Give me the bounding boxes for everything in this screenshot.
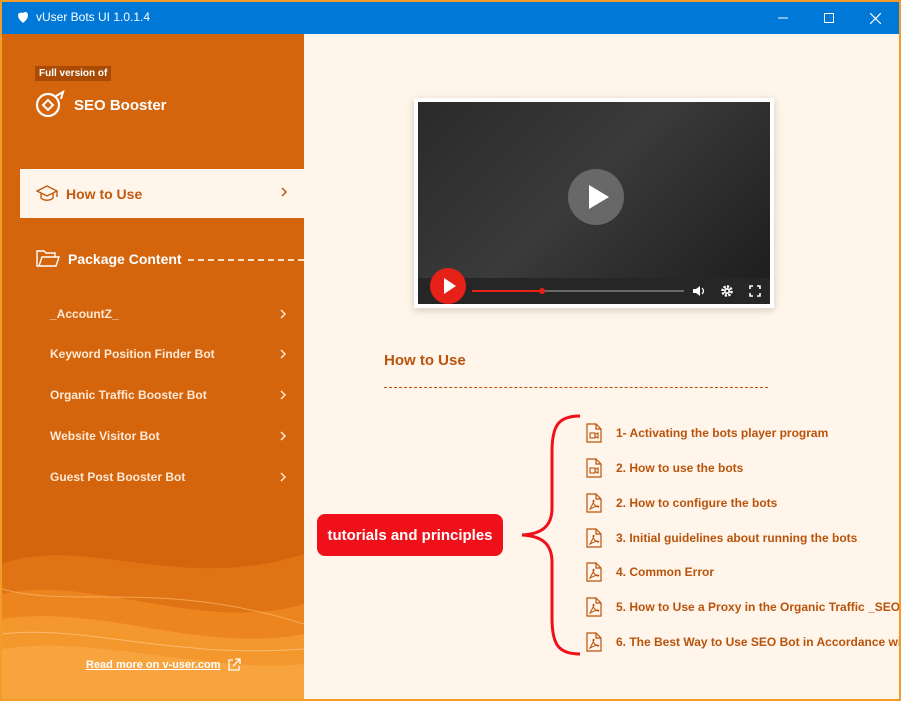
curly-brace-decoration <box>521 414 581 656</box>
maximize-icon <box>824 13 834 23</box>
close-icon <box>869 12 881 24</box>
settings-gear-icon[interactable] <box>720 284 734 298</box>
play-icon <box>589 185 609 209</box>
maximize-button[interactable] <box>806 2 852 34</box>
sidebar-item-guest-post-booster-bot[interactable]: Guest Post Booster Bot <box>50 465 304 489</box>
video-controls-bar <box>418 268 770 304</box>
sidebar-item-label: How to Use <box>66 185 143 202</box>
video-play-overlay-button[interactable] <box>568 169 624 225</box>
tutorial-item-2[interactable]: 2. How to use the bots <box>586 457 743 479</box>
package-content-divider <box>187 259 304 261</box>
brand-name: SEO Booster <box>74 96 167 114</box>
minimize-icon <box>778 17 788 19</box>
chevron-right-icon <box>280 431 287 441</box>
tutorial-item-3[interactable]: 2. How to configure the bots <box>586 492 777 514</box>
play-icon <box>444 278 456 294</box>
app-logo-icon <box>18 11 28 23</box>
sidebar-item-label: Website Visitor Bot <box>50 429 160 443</box>
chevron-right-icon <box>280 472 287 482</box>
tutorial-item-1[interactable]: 1- Activating the bots player program <box>586 422 828 444</box>
pdf-file-icon <box>586 562 602 582</box>
pdf-file-icon <box>586 528 602 548</box>
tutorial-item-label: 3. Initial guidelines about running the … <box>616 531 858 545</box>
sidebar-item-label: Guest Post Booster Bot <box>50 470 186 484</box>
tutorial-item-4[interactable]: 3. Initial guidelines about running the … <box>586 527 857 549</box>
pdf-file-icon <box>586 632 602 652</box>
sidebar-item-website-visitor-bot[interactable]: Website Visitor Bot <box>50 424 304 448</box>
video-file-icon <box>586 458 602 478</box>
tutorial-item-label: 1- Activating the bots player program <box>616 426 829 440</box>
tutorials-callout-badge: tutorials and principles <box>317 514 503 556</box>
brand: SEO Booster <box>34 90 167 120</box>
minimize-button[interactable] <box>760 2 806 34</box>
sidebar-item-organic-traffic-booster-bot[interactable]: Organic Traffic Booster Bot <box>50 383 304 407</box>
pdf-file-icon <box>586 493 602 513</box>
sidebar-wave-decoration <box>2 554 304 699</box>
video-screen[interactable] <box>418 102 770 304</box>
chevron-right-icon <box>281 187 288 197</box>
sidebar-item-accountz[interactable]: _AccountZ_ <box>50 302 304 326</box>
video-file-icon <box>586 423 602 443</box>
sidebar-item-label: Keyword Position Finder Bot <box>50 347 215 361</box>
external-link-icon <box>227 658 241 671</box>
chevron-right-icon <box>280 309 287 319</box>
tutorial-item-5[interactable]: 4. Common Error <box>586 561 714 583</box>
folder-icon <box>36 250 60 267</box>
read-more-link[interactable]: Read more on v-user.com <box>86 658 241 672</box>
graduation-cap-icon <box>36 184 58 201</box>
tutorial-item-7[interactable]: 6. The Best Way to Use SEO Bot in Accord… <box>586 631 901 653</box>
sidebar-item-keyword-position-finder-bot[interactable]: Keyword Position Finder Bot <box>50 342 304 366</box>
full-version-badge: Full version of <box>35 66 112 81</box>
tutorial-item-label: 5. How to Use a Proxy in the Organic Tra… <box>616 600 901 614</box>
sidebar-item-label: Organic Traffic Booster Bot <box>50 388 207 402</box>
pdf-file-icon <box>586 597 602 617</box>
tutorial-item-label: 2. How to use the bots <box>616 461 744 475</box>
callout-label: tutorials and principles <box>327 526 493 544</box>
app-window: vUser Bots UI 1.0.1.4 Full version of SE… <box>0 0 901 701</box>
tutorial-item-label: 6. The Best Way to Use SEO Bot in Accord… <box>616 635 901 649</box>
video-play-button[interactable] <box>430 268 466 304</box>
section-divider <box>384 387 768 388</box>
volume-icon[interactable] <box>692 284 706 298</box>
tutorial-item-label: 4. Common Error <box>616 565 715 579</box>
close-button[interactable] <box>852 2 898 34</box>
window-title: vUser Bots UI 1.0.1.4 <box>36 10 151 24</box>
seo-booster-logo-icon <box>35 90 65 118</box>
video-progress-bar[interactable] <box>472 288 684 294</box>
sidebar: Full version of SEO Booster How to Use P… <box>2 34 304 699</box>
chevron-right-icon <box>280 349 287 359</box>
read-more-label: Read more on v-user.com <box>86 659 221 671</box>
package-content-header: Package Content <box>36 250 304 268</box>
title-bar: vUser Bots UI 1.0.1.4 <box>2 2 899 34</box>
tutorial-item-label: 2. How to configure the bots <box>616 496 778 510</box>
package-content-label: Package Content <box>68 251 182 267</box>
video-scrub-handle[interactable] <box>538 288 545 294</box>
video-progress-fill <box>472 290 542 292</box>
sidebar-item-how-to-use[interactable]: How to Use <box>20 169 304 218</box>
sidebar-item-label: _AccountZ_ <box>50 307 119 321</box>
video-player[interactable] <box>414 98 774 308</box>
tutorial-item-6[interactable]: 5. How to Use a Proxy in the Organic Tra… <box>586 596 901 618</box>
chevron-right-icon <box>280 390 287 400</box>
fullscreen-icon[interactable] <box>748 284 762 298</box>
section-title: How to Use <box>384 352 466 369</box>
